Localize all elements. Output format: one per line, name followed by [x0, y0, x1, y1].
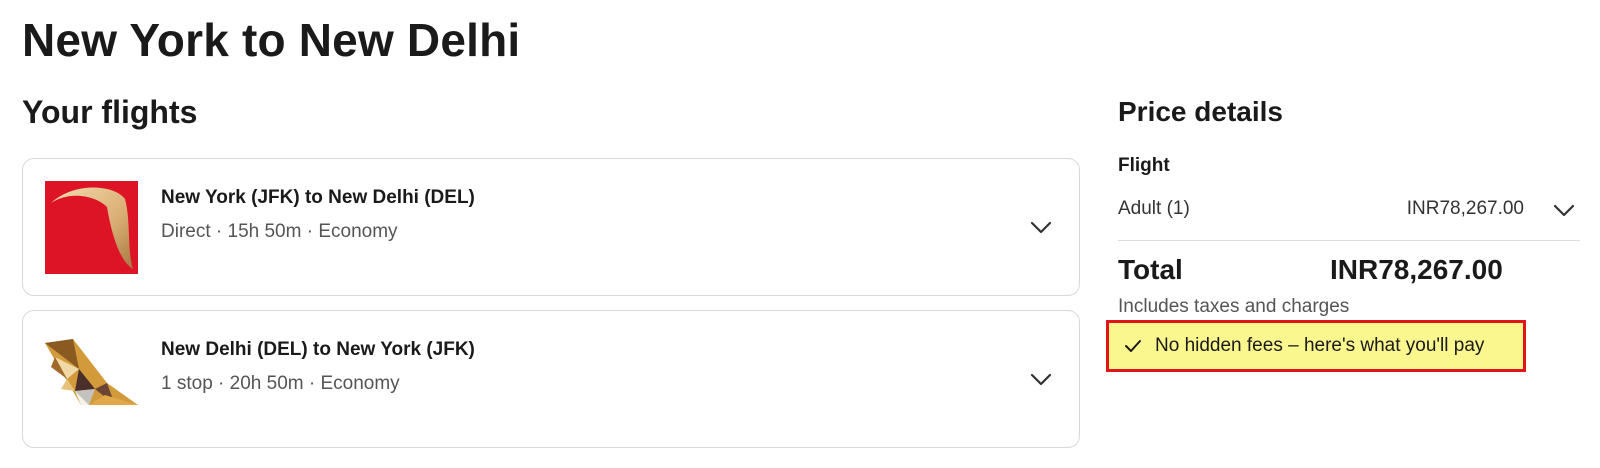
no-hidden-fees-banner: No hidden fees – here's what you'll pay	[1106, 320, 1526, 372]
page-title: New York to New Delhi	[22, 14, 521, 66]
flight-route: New York (JFK) to New Delhi (DEL)	[161, 187, 475, 208]
your-flights-heading: Your flights	[22, 94, 198, 130]
price-flight-label: Flight	[1118, 155, 1170, 176]
price-divider	[1118, 240, 1580, 241]
no-hidden-fees-text: No hidden fees – here's what you'll pay	[1155, 335, 1485, 356]
flight-route: New Delhi (DEL) to New York (JFK)	[161, 339, 475, 360]
airline-tail-logo-icon	[45, 333, 138, 426]
airline-logo-red-icon	[45, 181, 138, 274]
flight-details: 1 stop · 20h 50m · Economy	[161, 373, 400, 394]
adult-price-value: INR78,267.00	[1406, 198, 1524, 219]
price-details-heading: Price details	[1118, 96, 1283, 127]
checkmark-icon	[1123, 336, 1143, 356]
chevron-down-icon[interactable]	[1550, 196, 1578, 224]
taxes-note: Includes taxes and charges	[1118, 296, 1350, 317]
adult-passenger-label: Adult (1)	[1118, 198, 1190, 219]
flight-details: Direct · 15h 50m · Economy	[161, 221, 398, 242]
total-value: INR78,267.00	[1330, 254, 1503, 285]
chevron-down-icon[interactable]	[1027, 213, 1055, 241]
flight-card-return[interactable]: New Delhi (DEL) to New York (JFK) 1 stop…	[22, 310, 1080, 448]
chevron-down-icon[interactable]	[1027, 365, 1055, 393]
total-label: Total	[1118, 254, 1183, 285]
flight-card-outbound[interactable]: New York (JFK) to New Delhi (DEL) Direct…	[22, 158, 1080, 296]
